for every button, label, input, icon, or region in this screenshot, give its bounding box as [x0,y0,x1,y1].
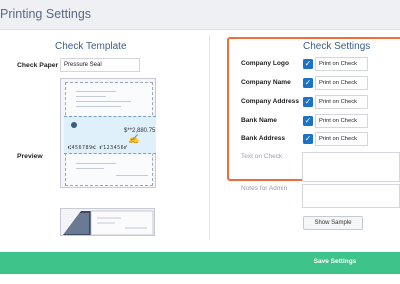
company-address-checkbox[interactable]: ✓ [303,97,313,107]
company-logo-select[interactable]: Print on Check [315,57,368,71]
save-settings-text: Save Settings [313,258,357,265]
company-name-checkbox[interactable]: ✓ [303,78,313,88]
notes-for-admin-input[interactable] [302,184,400,208]
save-settings-button[interactable]: Save Settings [0,252,400,274]
bank-name-select[interactable]: Print on Check [315,114,368,128]
company-logo-icon [71,122,77,128]
company-logo-checkbox[interactable]: ✓ [303,59,313,69]
setting-label: Company Address [241,98,300,105]
text-on-check-label: Text on Check [241,153,283,160]
check-area: $**2,880.75 ✍ ⑆456789⑆ ⑈123456⑈ [64,116,156,154]
column-divider [209,35,210,240]
check-paper-select[interactable]: Pressure Seal [60,58,140,72]
preview-line [76,163,116,164]
preview-line [76,168,104,169]
setting-label: Bank Name [241,117,277,124]
page-header: Printing Settings [0,0,400,30]
check-paper-label: Check Paper [17,62,59,69]
preview-line [76,106,121,107]
setting-label: Bank Address [241,135,286,142]
save-settings-label: Save Settings [0,258,400,265]
bank-address-checkbox[interactable]: ✓ [303,134,313,144]
bank-name-checkbox[interactable]: ✓ [303,116,313,126]
micr-line: ⑆456789⑆ ⑈123456⑈ [68,145,128,151]
pressure-seal-thumbnail [60,208,155,236]
page-title: Printing Settings [0,7,92,21]
text-on-check-input[interactable] [302,152,400,182]
show-sample-button[interactable]: Show Sample [303,216,363,230]
check-preview: $**2,880.75 ✍ ⑆456789⑆ ⑈123456⑈ [60,78,156,188]
preview-line [76,96,106,97]
company-address-select[interactable]: Print on Check [315,95,368,109]
pressure-seal-icon [63,210,154,235]
preview-line [116,175,148,176]
setting-label: Company Name [241,79,291,86]
check-template-title: Check Template [55,41,127,52]
setting-label: Company Logo [241,60,289,67]
company-name-select[interactable]: Print on Check [315,76,368,90]
signature-icon: ✍ [128,135,140,145]
preview-line [76,91,116,92]
bank-address-select[interactable]: Print on Check [315,132,368,146]
notes-for-admin-label: Notes for Admin [241,185,288,192]
preview-line [76,101,131,102]
check-amount: $**2,880.75 [124,128,156,134]
preview-label: Preview [17,153,43,160]
